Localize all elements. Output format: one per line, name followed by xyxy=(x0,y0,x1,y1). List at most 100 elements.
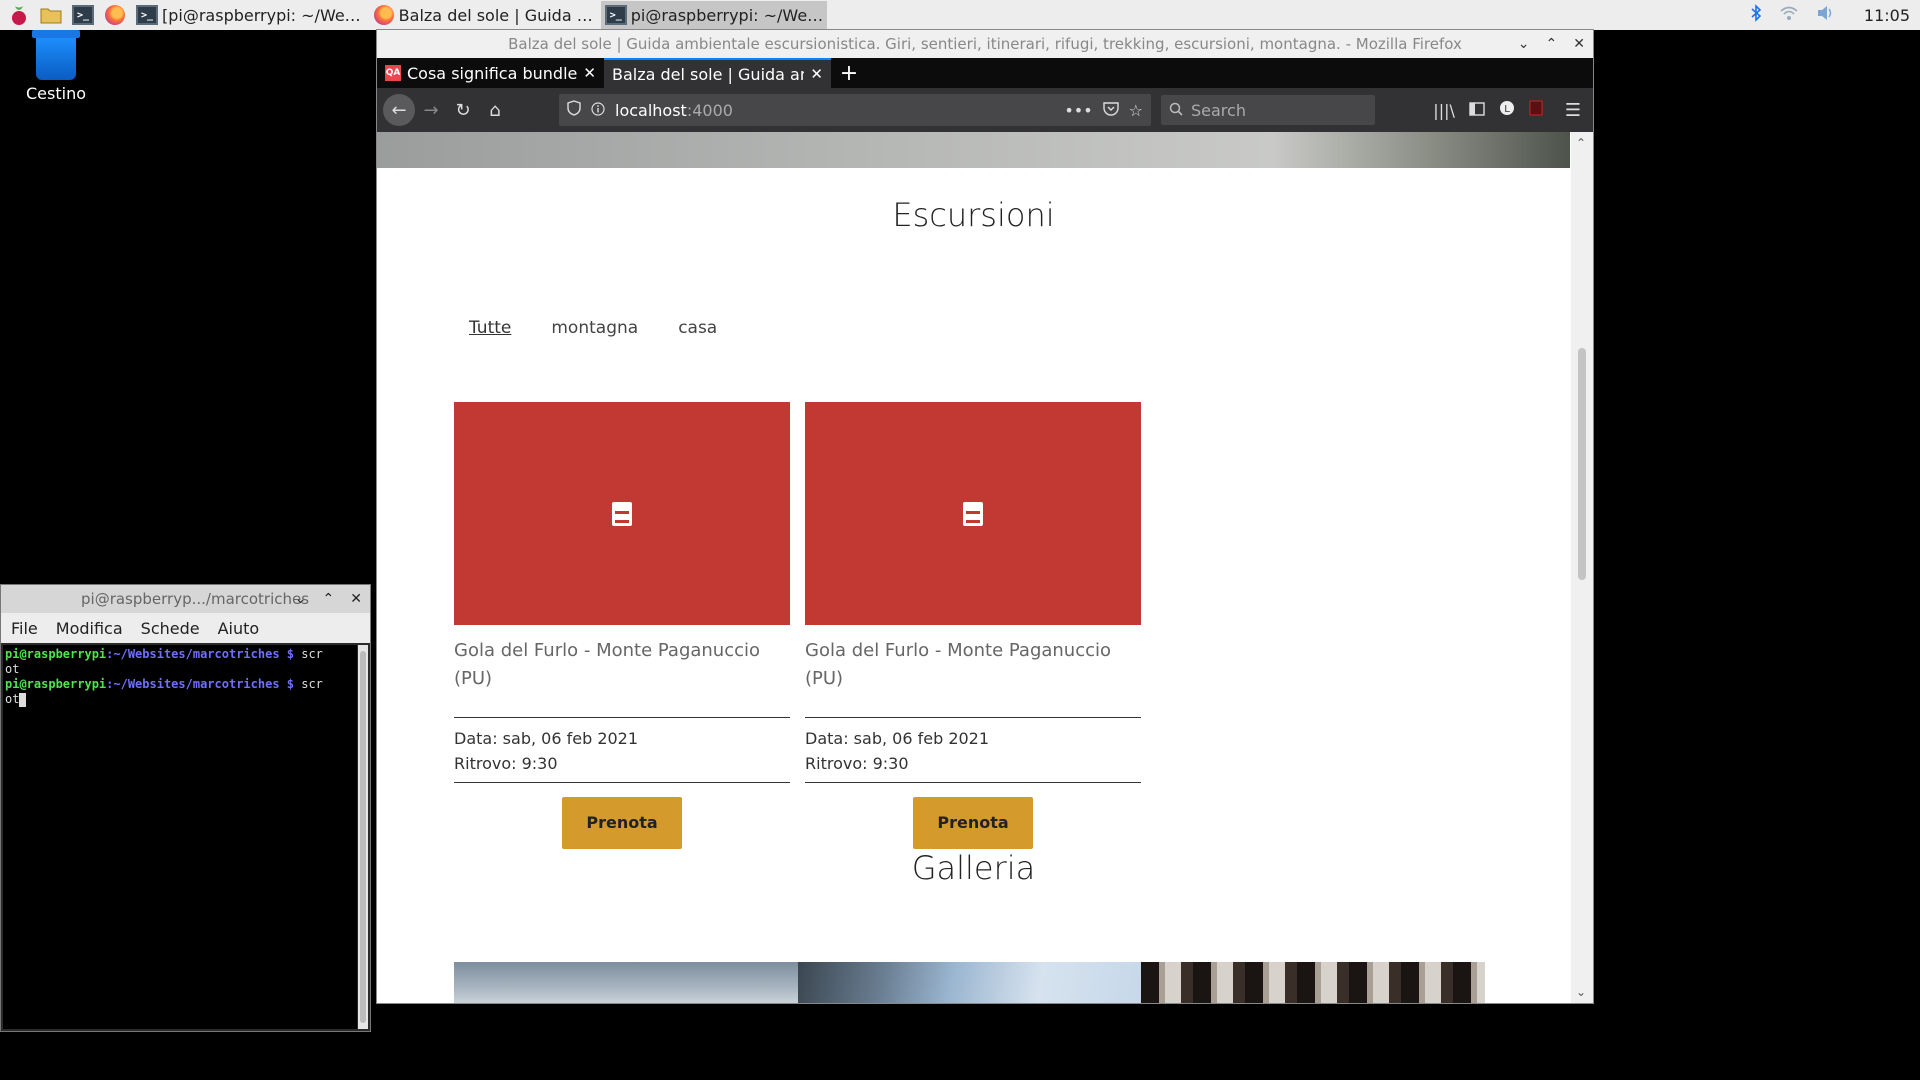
card-image-placeholder[interactable] xyxy=(805,402,1141,625)
card-image-placeholder[interactable] xyxy=(454,402,790,625)
terminal-output[interactable]: pi@raspberrypi :~/Websites/marcotriches $… xyxy=(3,645,357,1029)
menu-modifica[interactable]: Modifica xyxy=(56,619,123,638)
taskbar-task-firefox[interactable]: Balza del sole | Guida … xyxy=(369,1,597,29)
card-meeting-time: Ritrovo: 9:30 xyxy=(454,754,558,773)
tab-balza[interactable]: Balza del sole | Guida amb ✕ xyxy=(604,58,831,88)
filter-casa[interactable]: casa xyxy=(678,318,717,338)
menu-schede[interactable]: Schede xyxy=(141,619,200,638)
clock[interactable]: 11:05 xyxy=(1864,6,1910,25)
raspberry-menu-icon[interactable] xyxy=(6,2,32,28)
gallery-photo[interactable] xyxy=(454,962,798,1003)
trash-label: Cestino xyxy=(26,84,86,103)
volume-icon[interactable] xyxy=(1816,5,1836,25)
gallery-strip xyxy=(454,962,1486,1003)
shield-icon[interactable] xyxy=(567,100,581,120)
prompt-path: :~/Websites/marcotriches $ xyxy=(106,677,294,691)
terminal-menubar: File Modifica Schede Aiuto xyxy=(1,613,370,643)
page-actions-icon[interactable]: ••• xyxy=(1064,101,1092,120)
taskbar-task-terminal-2[interactable]: >_ pi@raspberrypi: ~/We… xyxy=(600,1,828,29)
prompt-user: pi@raspberrypi xyxy=(5,647,107,661)
command-text: scr xyxy=(301,647,323,661)
extension-icon[interactable] xyxy=(1529,100,1543,120)
maximize-icon[interactable]: ⌃ xyxy=(1546,36,1558,52)
taskbar: >_ >_ [pi@raspberrypi: ~/We… Balza del s… xyxy=(0,0,1920,30)
book-button[interactable]: Prenota xyxy=(913,797,1033,849)
sidebar-icon[interactable] xyxy=(1469,101,1485,120)
maximize-icon[interactable]: ⌃ xyxy=(323,591,335,607)
filter-tabs: Tutte montagna casa xyxy=(469,318,717,338)
menu-aiuto[interactable]: Aiuto xyxy=(218,619,260,638)
home-icon[interactable]: ⌂ xyxy=(479,94,511,126)
page-viewport: Escursioni Tutte montagna casa Gola del … xyxy=(377,132,1593,1003)
broken-image-icon xyxy=(612,501,632,526)
bluetooth-icon[interactable] xyxy=(1750,4,1762,26)
terminal-scrollbar[interactable] xyxy=(358,645,368,1029)
book-button[interactable]: Prenota xyxy=(562,797,682,849)
tab-strip: QA Cosa significa bundle e ✕ Balza del s… xyxy=(377,58,1593,88)
menu-file[interactable]: File xyxy=(11,619,38,638)
back-arrow-icon[interactable]: ← xyxy=(383,94,415,126)
trash-icon xyxy=(32,30,80,80)
terminal-window: pi@raspberryp.../marcotriches ⌄ ⌃ ✕ File… xyxy=(0,584,371,1032)
gallery-photo[interactable] xyxy=(1141,962,1486,1003)
url-port: :4000 xyxy=(686,100,733,120)
nav-toolbar: ← → ↻ ⌂ localhost:4000 ••• ☆ Search |||\… xyxy=(377,88,1593,132)
card-divider xyxy=(805,782,1141,783)
gallery-photo[interactable] xyxy=(797,962,1142,1003)
new-tab-button[interactable]: + xyxy=(831,58,867,88)
hero-image xyxy=(377,132,1570,168)
window-titlebar[interactable]: Balza del sole | Guida ambientale escurs… xyxy=(377,30,1593,58)
close-tab-icon[interactable]: ✕ xyxy=(810,65,823,83)
forward-arrow-icon[interactable]: → xyxy=(415,94,447,126)
filter-all[interactable]: Tutte xyxy=(469,318,511,338)
terminal-title: pi@raspberryp.../marcotriches xyxy=(81,590,310,608)
card-divider xyxy=(454,782,790,783)
hamburger-menu-icon[interactable]: ☰ xyxy=(1565,100,1581,121)
firefox-icon xyxy=(373,4,395,26)
scroll-up-icon[interactable]: ⌃ xyxy=(1576,136,1586,150)
tab-label: Cosa significa bundle e xyxy=(407,63,578,83)
bookmark-star-icon[interactable]: ☆ xyxy=(1129,101,1143,120)
command-text: ot xyxy=(5,692,20,706)
taskbar-task-terminal-1[interactable]: >_ [pi@raspberrypi: ~/We… xyxy=(132,1,365,29)
close-tab-icon[interactable]: ✕ xyxy=(583,64,596,82)
search-placeholder: Search xyxy=(1191,100,1246,120)
scrollbar-thumb[interactable] xyxy=(1578,348,1586,580)
library-icon[interactable]: |||\ xyxy=(1433,101,1455,120)
card-meeting-time: Ritrovo: 9:30 xyxy=(805,754,909,773)
scroll-down-icon[interactable]: ⌄ xyxy=(1576,985,1586,999)
command-text: ot xyxy=(5,662,20,676)
close-icon[interactable]: ✕ xyxy=(1573,36,1585,52)
section-title-escursioni: Escursioni xyxy=(892,196,1055,234)
tab-qa[interactable]: QA Cosa significa bundle e ✕ xyxy=(377,58,604,88)
search-icon xyxy=(1169,101,1183,120)
scrollbar-thumb[interactable] xyxy=(360,651,366,1023)
reload-icon[interactable]: ↻ xyxy=(447,94,479,126)
search-input[interactable]: Search xyxy=(1161,95,1375,125)
broken-image-icon xyxy=(963,501,983,526)
card-date: Data: sab, 06 feb 2021 xyxy=(805,729,990,748)
task-label: pi@raspberrypi: ~/We… xyxy=(630,5,824,25)
minimize-icon[interactable]: ⌄ xyxy=(1518,36,1530,52)
minimize-icon[interactable]: ⌄ xyxy=(295,591,307,607)
desktop-trash[interactable]: Cestino xyxy=(20,30,92,103)
filter-montagna[interactable]: montagna xyxy=(551,318,638,338)
pocket-icon[interactable] xyxy=(1102,101,1119,120)
card-title[interactable]: Gola del Furlo - Monte Paganuccio (PU) xyxy=(454,637,790,707)
tab-label: Balza del sole | Guida amb xyxy=(612,64,805,84)
wifi-icon[interactable] xyxy=(1780,5,1798,25)
terminal-launcher-icon[interactable]: >_ xyxy=(70,2,96,28)
info-icon[interactable] xyxy=(591,101,605,120)
card-title[interactable]: Gola del Furlo - Monte Paganuccio (PU) xyxy=(805,637,1141,707)
command-text: scr xyxy=(301,677,323,691)
text-cursor xyxy=(19,692,27,707)
terminal-titlebar[interactable]: pi@raspberryp.../marcotriches ⌄ ⌃ ✕ xyxy=(1,585,370,613)
excursion-card: Gola del Furlo - Monte Paganuccio (PU) D… xyxy=(805,402,1141,849)
close-icon[interactable]: ✕ xyxy=(350,591,362,607)
firefox-launcher-icon[interactable] xyxy=(102,2,128,28)
url-bar[interactable]: localhost:4000 ••• ☆ xyxy=(559,94,1151,126)
account-icon[interactable]: L xyxy=(1499,100,1515,120)
file-manager-icon[interactable] xyxy=(38,2,64,28)
terminal-icon: >_ xyxy=(136,4,158,26)
page-scrollbar[interactable]: ⌃ ⌄ xyxy=(1571,132,1593,1003)
